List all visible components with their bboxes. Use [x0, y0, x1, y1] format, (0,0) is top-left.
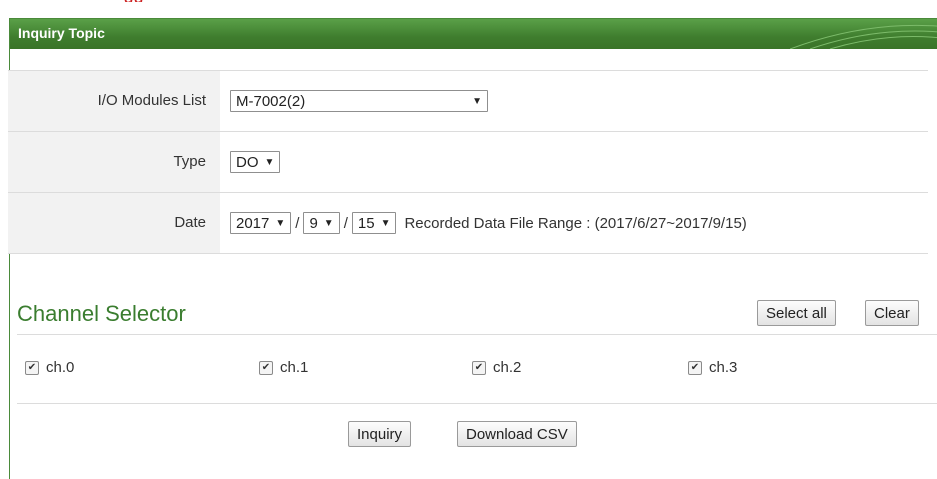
type-selected: DO	[236, 153, 259, 171]
dropdown-arrow-icon: ▼	[472, 95, 482, 107]
type-label: Type	[8, 132, 220, 192]
channel-selector-header: Channel Selector Select all Clear	[17, 294, 937, 334]
month-select[interactable]: 9 ▼	[303, 212, 340, 234]
top-fragment: gg	[124, 0, 184, 2]
type-select[interactable]: DO ▼	[230, 151, 281, 173]
day-select[interactable]: 15 ▼	[351, 212, 397, 234]
dropdown-arrow-icon: ▼	[264, 156, 275, 168]
checkbox-checked-icon: ✔	[688, 360, 702, 375]
checkbox-checked-icon: ✔	[25, 360, 39, 375]
year-select[interactable]: 2017 ▼	[230, 212, 292, 234]
date-row: Date 2017 ▼ / 9 ▼ / 15 ▼ Recorded Data F…	[8, 192, 928, 254]
action-bar: Inquiry Download CSV	[0, 418, 937, 448]
channel-label: ch.3	[709, 359, 738, 376]
channel-selector-title: Channel Selector	[17, 301, 186, 326]
type-row: Type DO ▼	[8, 131, 928, 192]
io-modules-value-cell: M-7002(2) ▼	[220, 71, 928, 131]
select-all-button[interactable]: Select all	[757, 300, 836, 326]
month-selected: 9	[309, 214, 318, 232]
inquiry-form: I/O Modules List M-7002(2) ▼ Type DO ▼ D…	[8, 70, 928, 254]
inquiry-button[interactable]: Inquiry	[348, 421, 412, 447]
year-selected: 2017	[236, 214, 270, 232]
io-modules-row: I/O Modules List M-7002(2) ▼	[8, 70, 928, 131]
channel-label: ch.0	[46, 359, 75, 376]
date-value-cell: 2017 ▼ / 9 ▼ / 15 ▼ Recorded Data File R…	[220, 193, 928, 253]
channel-list: ✔ ch.0 ✔ ch.1 ✔ ch.2 ✔ ch.3	[17, 334, 937, 404]
checkbox-checked-icon: ✔	[472, 360, 486, 375]
io-modules-selected: M-7002(2)	[236, 92, 306, 110]
channel-label: ch.1	[280, 359, 309, 376]
dropdown-arrow-icon: ▼	[275, 217, 286, 229]
type-value-cell: DO ▼	[220, 132, 928, 192]
date-separator: /	[343, 214, 348, 232]
channel-checkbox-ch2[interactable]: ✔ ch.2	[472, 359, 521, 376]
header-swoosh-decoration	[790, 24, 937, 49]
day-selected: 15	[357, 214, 375, 232]
clear-button[interactable]: Clear	[865, 300, 919, 326]
io-modules-label: I/O Modules List	[8, 71, 220, 131]
panel-title: Inquiry Topic	[18, 25, 105, 41]
channel-label: ch.2	[493, 359, 522, 376]
channel-checkbox-ch0[interactable]: ✔ ch.0	[25, 359, 74, 376]
dropdown-arrow-icon: ▼	[323, 217, 334, 229]
channel-checkbox-ch3[interactable]: ✔ ch.3	[688, 359, 737, 376]
panel-header: Inquiry Topic	[10, 19, 937, 49]
date-label: Date	[8, 193, 220, 253]
recorded-range-text: Recorded Data File Range : (2017/6/27~20…	[404, 214, 747, 232]
download-csv-button[interactable]: Download CSV	[457, 421, 577, 447]
top-fragment-text: gg	[124, 0, 144, 2]
date-separator: /	[295, 214, 300, 232]
checkbox-checked-icon: ✔	[259, 360, 273, 375]
channel-checkbox-ch1[interactable]: ✔ ch.1	[259, 359, 308, 376]
io-modules-select[interactable]: M-7002(2) ▼	[230, 90, 488, 112]
dropdown-arrow-icon: ▼	[380, 217, 391, 229]
